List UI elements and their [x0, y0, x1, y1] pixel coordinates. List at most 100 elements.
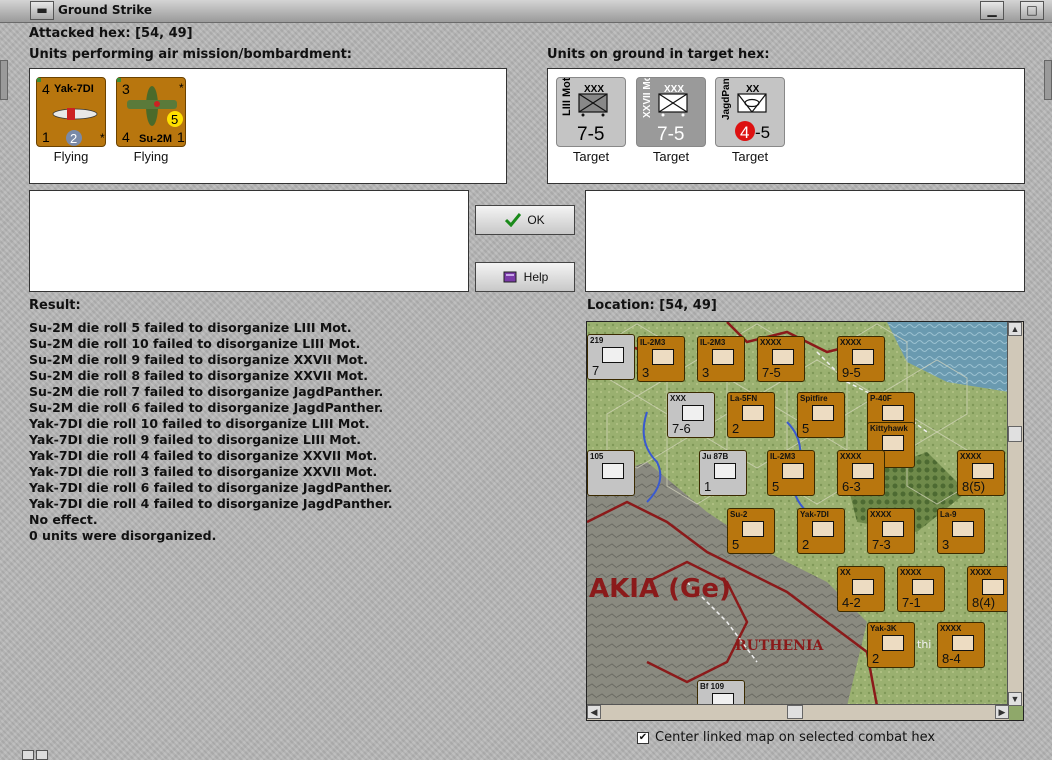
- unit-symbol-icon: [952, 635, 974, 651]
- unit-symbol-icon: [882, 521, 904, 537]
- map-unit-bottom-label: 7-6: [672, 421, 691, 436]
- unit-symbol-icon: [982, 579, 1004, 595]
- result-line: Yak-7DI die roll 10 failed to disorganiz…: [29, 416, 370, 431]
- result-label: Result:: [29, 298, 81, 313]
- map-vertical-scrollbar[interactable]: ▲ ▼: [1007, 322, 1023, 706]
- map-horizontal-scrollbar[interactable]: ◀ ▶: [587, 704, 1009, 720]
- map-unit-counter[interactable]: XXXX 7-5: [757, 336, 805, 382]
- map-unit-top-label: IL-2M3: [700, 338, 726, 347]
- scroll-right-arrow[interactable]: ▶: [995, 705, 1009, 719]
- svg-text:JagdPant.: JagdPant.: [721, 78, 732, 120]
- center-map-checkbox[interactable]: ✔: [637, 731, 649, 744]
- map-unit-bottom-label: 3: [642, 365, 650, 380]
- scroll-left-arrow[interactable]: ◀: [587, 705, 601, 719]
- map-unit-counter[interactable]: IL-2M3 5: [767, 450, 815, 496]
- map-unit-top-label: XXXX: [840, 452, 862, 461]
- scroll-down-arrow[interactable]: ▼: [1008, 692, 1022, 706]
- svg-text:1: 1: [177, 129, 185, 145]
- map-unit-counter[interactable]: XXX 7-6: [667, 392, 715, 438]
- svg-text:*: *: [179, 81, 184, 95]
- map-unit-bottom-label: 2: [872, 651, 880, 666]
- map-unit-bottom-label: 3: [942, 537, 950, 552]
- ground-unit-liii-mot[interactable]: LIII Mot XXX 7-5: [556, 77, 626, 147]
- svg-text:thi: thi: [917, 638, 931, 651]
- map-unit-counter[interactable]: Su-2 5: [727, 508, 775, 554]
- tank-destroyer-icon: JagdPant. XX 4 -5: [721, 72, 770, 142]
- map-unit-counter[interactable]: 219 7: [587, 334, 635, 380]
- unit-symbol-icon: [772, 349, 794, 365]
- map-unit-counter[interactable]: XXXX 9-5: [837, 336, 885, 382]
- map-unit-bottom-label: 1: [704, 479, 712, 494]
- result-line: Yak-7DI die roll 3 failed to disorganize…: [29, 464, 378, 479]
- horizontal-scroll-thumb[interactable]: [787, 705, 803, 719]
- map-unit-counter[interactable]: XX 4-2: [837, 566, 885, 612]
- system-menu-button[interactable]: ▬: [30, 1, 54, 20]
- result-line: Yak-7DI die roll 4 failed to disorganize…: [29, 448, 378, 463]
- map-unit-top-label: XXXX: [970, 568, 992, 577]
- svg-text:XXX: XXX: [584, 84, 604, 95]
- svg-text:5: 5: [171, 112, 178, 127]
- map-unit-counter[interactable]: Yak-3K 2: [867, 622, 915, 668]
- map-unit-counter[interactable]: La-9 3: [937, 508, 985, 554]
- resize-handle-left[interactable]: [0, 60, 8, 100]
- map-unit-top-label: La-5FN: [730, 394, 758, 403]
- help-button[interactable]: Help: [475, 262, 575, 292]
- result-line: Su-2M die roll 6 failed to disorganize J…: [29, 400, 384, 415]
- map-unit-bottom-label: 4-2: [842, 595, 861, 610]
- map-unit-bottom-label: 2: [802, 537, 810, 552]
- unit-symbol-icon: [852, 349, 874, 365]
- defender-detail-panel: [585, 190, 1025, 292]
- scroll-up-arrow[interactable]: ▲: [1008, 322, 1022, 336]
- svg-text:AKIA (Ge): AKIA (Ge): [589, 574, 731, 604]
- svg-text:2: 2: [70, 131, 77, 146]
- ground-unit-jagdpant[interactable]: JagdPant. XX 4 -5: [715, 72, 785, 147]
- ok-button-label: OK: [527, 213, 545, 227]
- title-bar[interactable]: ▬ Ground Strike ▁ □: [0, 0, 1052, 23]
- result-line: Su-2M die roll 10 failed to disorganize …: [29, 336, 361, 351]
- map-unit-counter[interactable]: XXXX 7-1: [897, 566, 945, 612]
- unit-symbol-icon: [652, 349, 674, 365]
- map-unit-counter[interactable]: Yak-7DI 2: [797, 508, 845, 554]
- map-unit-counter[interactable]: XXXX 6-3: [837, 450, 885, 496]
- result-line: 0 units were disorganized.: [29, 528, 217, 543]
- map-unit-bottom-label: 8(5): [962, 479, 986, 494]
- map-unit-top-label: XXXX: [940, 624, 962, 633]
- vertical-scroll-thumb[interactable]: [1008, 426, 1022, 442]
- map-unit-bottom-label: 8-4: [942, 651, 961, 666]
- map-unit-counter[interactable]: La-5FN 2: [727, 392, 775, 438]
- map-unit-counter[interactable]: Spitfire 5: [797, 392, 845, 438]
- ground-unit-1-status: Target: [572, 149, 610, 164]
- ok-button[interactable]: OK: [475, 205, 575, 235]
- map-unit-bottom-label: 8(4): [972, 595, 996, 610]
- map-unit-counter[interactable]: 105: [587, 450, 635, 496]
- center-map-option[interactable]: ✔ Center linked map on selected combat h…: [637, 730, 935, 745]
- su-2m-icon: 3 * 5 4 Su-2M 1: [115, 76, 185, 145]
- resize-grip-bottom-2[interactable]: [36, 750, 48, 760]
- map-unit-counter[interactable]: XXXX 8(5): [957, 450, 1005, 496]
- map-unit-counter[interactable]: XXXX 7-3: [867, 508, 915, 554]
- svg-text:7-5: 7-5: [657, 124, 684, 145]
- air-unit-yak-7di[interactable]: 4 Yak-7DI 1 2 *: [35, 76, 106, 147]
- linked-map-view[interactable]: AKIA (Ge) RUTHENIA thi 219 7 IL-2M3 3 IL-2M3…: [586, 321, 1024, 721]
- resize-grip-bottom[interactable]: [22, 750, 34, 760]
- ground-unit-xxvii-mot[interactable]: XXVII Mot XXX 7-5: [636, 71, 706, 147]
- air-unit-su-2m[interactable]: 3 * 5 4 Su-2M 1: [115, 76, 186, 147]
- unit-symbol-icon: [682, 405, 704, 421]
- map-unit-top-label: 219: [590, 336, 604, 345]
- map-unit-counter[interactable]: Ju 87B 1: [699, 450, 747, 496]
- svg-text:7-5: 7-5: [577, 124, 604, 145]
- svg-text:-5: -5: [755, 123, 770, 142]
- map-unit-counter[interactable]: IL-2M3 3: [637, 336, 685, 382]
- resize-handle-right[interactable]: [1044, 60, 1052, 100]
- unit-symbol-icon: [712, 349, 734, 365]
- map-unit-bottom-label: 5: [772, 479, 780, 494]
- unit-symbol-icon: [812, 521, 834, 537]
- maximize-button[interactable]: □: [1020, 1, 1044, 20]
- map-unit-counter[interactable]: IL-2M3 3: [697, 336, 745, 382]
- map-unit-counter[interactable]: XXXX 8-4: [937, 622, 985, 668]
- svg-text:XXX: XXX: [664, 84, 684, 95]
- result-line: Su-2M die roll 8 failed to disorganize X…: [29, 368, 368, 383]
- window-title: Ground Strike: [58, 3, 153, 17]
- minimize-button[interactable]: ▁: [980, 1, 1004, 20]
- map-unit-bottom-label: 7-3: [872, 537, 891, 552]
